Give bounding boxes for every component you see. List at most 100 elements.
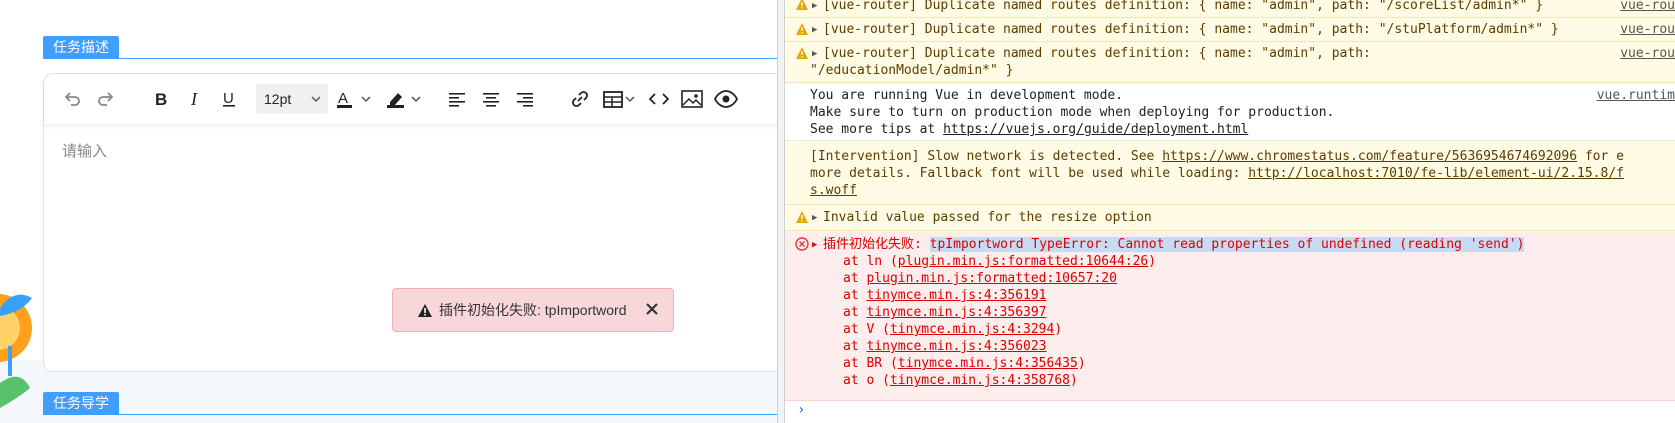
undo-button[interactable]	[58, 84, 86, 114]
console-prompt-input[interactable]: ›	[797, 402, 805, 418]
console-info-row[interactable]: You are running Vue in development mode.…	[785, 83, 1675, 141]
console-warning-row[interactable]: ▶ [vue-router] Duplicate named routes de…	[785, 42, 1675, 83]
redo-button[interactable]	[92, 84, 120, 114]
preview-button[interactable]	[712, 84, 740, 114]
table-button[interactable]	[600, 84, 640, 114]
console-warning-row[interactable]: ▶ [vue-router] Duplicate named routes de…	[785, 0, 1675, 18]
console-message: [vue-router] Duplicate named routes defi…	[823, 0, 1544, 13]
stack-frame-link[interactable]: tinymce.min.js:4:3294	[890, 322, 1054, 337]
warning-icon	[418, 303, 432, 317]
console-text: See more tips at	[810, 122, 944, 137]
console-message: [Intervention] Slow network is detected.…	[810, 148, 1624, 166]
console-source-link[interactable]: vue.runtim	[1597, 87, 1675, 105]
console-error-message: 插件初始化失败: tpImportword TypeError: Cannot …	[823, 236, 1525, 254]
stack-frame: at V (tinymce.min.js:4:3294)	[843, 321, 1062, 339]
stack-frame-link[interactable]: tinymce.min.js:4:358768	[890, 373, 1070, 388]
warning-icon	[796, 211, 808, 223]
stack-frame-suffix: )	[1054, 322, 1063, 337]
toast-close-button[interactable]	[645, 302, 659, 319]
align-left-icon	[449, 93, 465, 107]
error-toast: 插件初始化失败: tpImportword	[392, 288, 674, 332]
console-url-link[interactable]: http://localhost:7010/fe-lib/element-ui/…	[1248, 166, 1624, 181]
console-text: 插件初始化失败:	[823, 237, 930, 252]
undo-icon	[64, 92, 80, 106]
console-url-link[interactable]: https://vuejs.org/guide/deployment.html	[943, 122, 1248, 137]
highlight-color-button[interactable]	[384, 84, 428, 114]
text-color-button[interactable]: A	[334, 84, 378, 114]
bold-button[interactable]: B	[148, 84, 174, 114]
stack-frame-link[interactable]: tinymce.min.js:4:356397	[866, 305, 1046, 320]
console-warning-row[interactable]: ▶ Invalid value passed for the resize op…	[785, 205, 1675, 231]
stack-frame-prefix: at	[843, 339, 867, 354]
console-message: Make sure to turn on production mode whe…	[810, 105, 1335, 120]
stack-frame-link[interactable]: tinymce.min.js:4:356435	[898, 356, 1078, 371]
align-center-button[interactable]	[478, 84, 504, 114]
bold-icon: B	[155, 90, 167, 108]
stack-frame-prefix: at	[843, 288, 867, 303]
section-title-task-guide: 任务导学	[43, 392, 119, 414]
console-text: more details. Fallback font will be used…	[810, 166, 1249, 181]
decorative-illustration	[0, 288, 40, 423]
redo-icon	[98, 92, 114, 106]
stack-frame: at ln (plugin.min.js:formatted:10644:26)	[843, 253, 1156, 271]
stack-frame: at tinymce.min.js:4:356023	[843, 338, 1047, 356]
align-right-button[interactable]	[512, 84, 538, 114]
stack-frame: at tinymce.min.js:4:356191	[843, 287, 1047, 305]
svg-text:B: B	[155, 90, 167, 108]
console-source-link[interactable]: vue-rou	[1620, 0, 1675, 15]
stack-frame-link[interactable]: tinymce.min.js:4:356191	[866, 288, 1046, 303]
console-message: more details. Fallback font will be used…	[810, 165, 1624, 183]
console-message: Invalid value passed for the resize opti…	[823, 210, 1152, 225]
underline-icon: U	[223, 90, 235, 107]
link-button[interactable]	[567, 84, 593, 114]
expand-triangle-icon[interactable]: ▶	[812, 21, 817, 39]
source-code-button[interactable]	[646, 84, 672, 114]
expand-triangle-icon[interactable]: ▶	[812, 236, 817, 254]
stack-frame-suffix: )	[1077, 356, 1086, 371]
image-button[interactable]	[678, 84, 706, 114]
highlighter-icon	[387, 93, 421, 108]
console-warning-row[interactable]: ▶ [vue-router] Duplicate named routes de…	[785, 18, 1675, 42]
font-size-select[interactable]: 12pt	[256, 84, 328, 114]
italic-button[interactable]: I	[182, 84, 208, 114]
stack-frame-prefix: at ln (	[843, 254, 898, 269]
console-error-row[interactable]: ▶ 插件初始化失败: tpImportword TypeError: Canno…	[785, 231, 1675, 401]
link-icon	[572, 91, 588, 107]
eye-icon	[714, 90, 738, 108]
text-color-icon: A	[337, 90, 371, 108]
warning-icon	[796, 23, 808, 35]
console-source-link[interactable]: vue-rou	[1620, 45, 1675, 63]
code-icon	[649, 93, 669, 105]
expand-triangle-icon[interactable]: ▶	[812, 45, 817, 63]
console-message-continued: "/educationModel/admin*" }	[810, 63, 1014, 78]
stack-frame-suffix: )	[1148, 254, 1157, 269]
stack-frame-link[interactable]: plugin.min.js:formatted:10657:20	[866, 271, 1116, 286]
console-url-link[interactable]: https://www.chromestatus.com/feature/563…	[1162, 149, 1577, 164]
align-right-icon	[517, 93, 533, 107]
expand-triangle-icon[interactable]: ▶	[812, 0, 817, 15]
console-intervention-row[interactable]: [Intervention] Slow network is detected.…	[785, 141, 1675, 205]
font-size-value: 12pt	[264, 91, 292, 107]
stack-frame-link[interactable]: tinymce.min.js:4:356023	[866, 339, 1046, 354]
editor-placeholder: 请输入	[62, 143, 108, 160]
toast-message: 插件初始化失败: tpImportword	[439, 302, 627, 318]
stack-frame: at BR (tinymce.min.js:4:356435)	[843, 355, 1086, 373]
underline-button[interactable]: U	[216, 84, 242, 114]
stack-frame-prefix: at o (	[843, 373, 890, 388]
image-icon	[681, 90, 703, 108]
svg-text:I: I	[190, 90, 198, 108]
stack-frame-link[interactable]: plugin.min.js:formatted:10644:26	[898, 254, 1148, 269]
close-icon	[646, 302, 658, 315]
align-left-button[interactable]	[444, 84, 470, 114]
console-message: You are running Vue in development mode.	[810, 88, 1124, 103]
warning-icon	[796, 0, 808, 10]
pane-resize-handle[interactable]	[777, 0, 785, 423]
console-url-link[interactable]: s.woff	[810, 182, 857, 200]
console-source-link[interactable]: vue-rou	[1620, 21, 1675, 39]
console-message: [vue-router] Duplicate named routes defi…	[823, 22, 1559, 37]
expand-triangle-icon[interactable]: ▶	[812, 209, 817, 227]
svg-text:A: A	[338, 90, 348, 107]
warning-icon	[796, 47, 808, 59]
app-pane: 任务描述 B I U 12pt A 请输入 插件初始化失败: tpImportw…	[0, 0, 777, 423]
section-divider	[43, 58, 777, 59]
